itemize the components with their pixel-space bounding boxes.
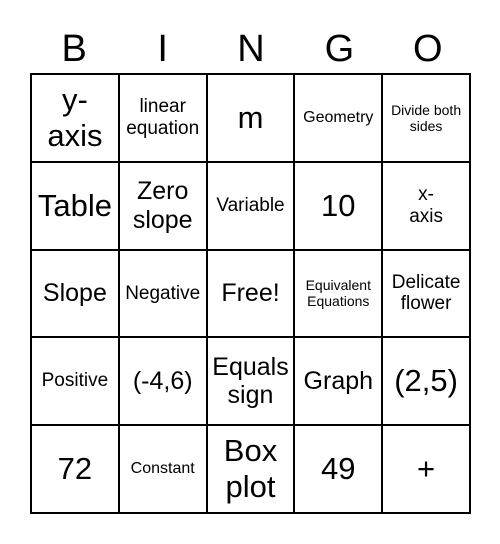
bingo-cell[interactable]: (-4,6) <box>118 337 207 426</box>
bingo-cell[interactable]: 10 <box>294 161 383 250</box>
cell-label: linear equation <box>126 96 200 139</box>
cell-label: (-4,6) <box>132 366 193 395</box>
header-letter-i: I <box>157 28 168 70</box>
cell-label: Free! <box>221 279 280 308</box>
cell-label: Constant <box>130 459 195 477</box>
bingo-cell[interactable]: Negative <box>118 249 207 338</box>
bingo-cell[interactable]: Geometry <box>294 74 383 162</box>
bingo-cell[interactable]: + <box>382 425 470 513</box>
bingo-cell[interactable]: Delicate flower <box>382 249 470 338</box>
bingo-cell[interactable]: Constant <box>118 425 207 513</box>
cell-label: Delicate flower <box>391 271 461 315</box>
bingo-cell[interactable]: Box plot <box>206 425 295 513</box>
bingo-cell[interactable]: Zero slope <box>118 161 207 250</box>
cell-label: Geometry <box>303 108 374 126</box>
bingo-cell[interactable]: y- axis <box>31 74 119 162</box>
cell-label: Equivalent Equations <box>305 277 371 310</box>
bingo-cell[interactable]: Slope <box>31 249 119 338</box>
bingo-cell[interactable]: Positive <box>31 337 119 426</box>
cell-label: m <box>237 100 264 136</box>
cell-label: 10 <box>321 187 356 223</box>
bingo-cell[interactable]: Free! <box>206 249 295 338</box>
bingo-cell[interactable]: m <box>206 74 295 162</box>
cell-label: y- axis <box>47 82 103 153</box>
cell-label: Negative <box>125 282 201 304</box>
cell-label: 49 <box>321 451 356 487</box>
bingo-cell[interactable]: Graph <box>294 337 383 426</box>
bingo-cell[interactable]: Table <box>31 161 119 250</box>
bingo-cell[interactable]: Variable <box>206 161 295 250</box>
cell-label: Variable <box>216 194 285 216</box>
bingo-grid: y- axis linear equation m Geometry Divide bo… <box>30 73 471 514</box>
bingo-cell[interactable]: 72 <box>31 425 119 513</box>
bingo-cell[interactable]: x- axis <box>382 161 470 250</box>
cell-label: Zero slope <box>132 176 193 234</box>
bingo-cell[interactable]: Equals sign <box>206 337 295 426</box>
header-letter-n: N <box>237 28 265 70</box>
bingo-header: B I N G O <box>30 26 472 72</box>
cell-label: 72 <box>57 451 93 487</box>
bingo-cell[interactable]: Divide both sides <box>382 74 470 162</box>
cell-label: Slope <box>42 279 107 308</box>
cell-label: Positive <box>41 370 109 392</box>
header-letter-b: B <box>61 28 87 70</box>
cell-label: Divide both sides <box>391 101 462 134</box>
header-letter-o: O <box>413 28 443 70</box>
cell-label: Equals sign <box>212 352 289 410</box>
bingo-cell[interactable]: linear equation <box>118 74 207 162</box>
cell-label: x- axis <box>409 183 443 227</box>
cell-label: (2,5) <box>394 363 458 399</box>
bingo-cell[interactable]: 49 <box>294 425 383 513</box>
bingo-cell[interactable]: Equivalent Equations <box>294 249 383 338</box>
cell-label: Table <box>37 187 112 223</box>
cell-label: Graph <box>303 366 374 395</box>
cell-label: + <box>417 451 436 487</box>
header-letter-g: G <box>324 28 355 70</box>
bingo-cell[interactable]: (2,5) <box>382 337 470 426</box>
cell-label: Box plot <box>223 433 278 505</box>
